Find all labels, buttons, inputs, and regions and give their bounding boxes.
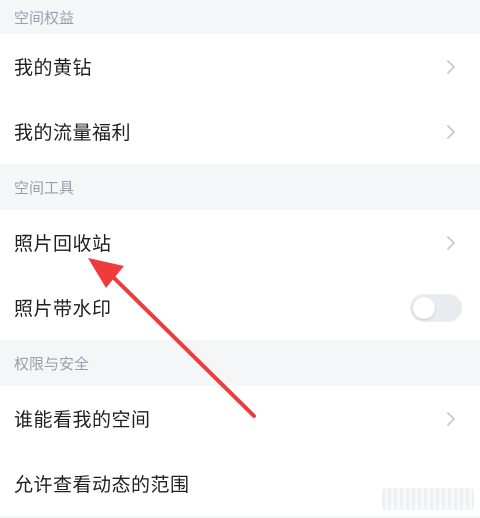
section-header-tools: 空间工具 (0, 164, 480, 210)
row-label: 照片回收站 (14, 233, 112, 255)
row-label: 谁能看我的空间 (14, 409, 151, 431)
row-my-yellow-diamond[interactable]: 我的黄钻 (0, 34, 480, 99)
row-label: 我的流量福利 (14, 122, 132, 144)
row-label: 允许查看动态的范围 (14, 474, 190, 496)
row-label: 照片带水印 (14, 298, 112, 320)
chevron-right-icon (444, 122, 458, 142)
toggle-knob (413, 296, 435, 319)
row-my-data-benefits[interactable]: 我的流量福利 (0, 99, 480, 164)
section-title: 空间权益 (14, 8, 75, 27)
settings-list: 空间权益 我的黄钻 我的流量福利 空间工具 照片回收站 照片带水印 权限与安全 … (0, 0, 480, 516)
section-title: 权限与安全 (14, 354, 90, 373)
row-who-can-view-space[interactable]: 谁能看我的空间 (0, 386, 480, 451)
watermark-blur (382, 488, 474, 510)
row-label: 我的黄钻 (14, 57, 93, 79)
section-header-privacy: 权限与安全 (0, 340, 480, 386)
watermark-toggle[interactable] (410, 293, 462, 322)
row-photo-recycle-bin[interactable]: 照片回收站 (0, 210, 480, 275)
chevron-right-icon (444, 409, 458, 429)
chevron-right-icon (444, 233, 458, 253)
row-photo-watermark: 照片带水印 (0, 275, 480, 340)
chevron-right-icon (444, 57, 458, 77)
section-title: 空间工具 (14, 178, 75, 197)
section-header-rights: 空间权益 (0, 0, 480, 34)
